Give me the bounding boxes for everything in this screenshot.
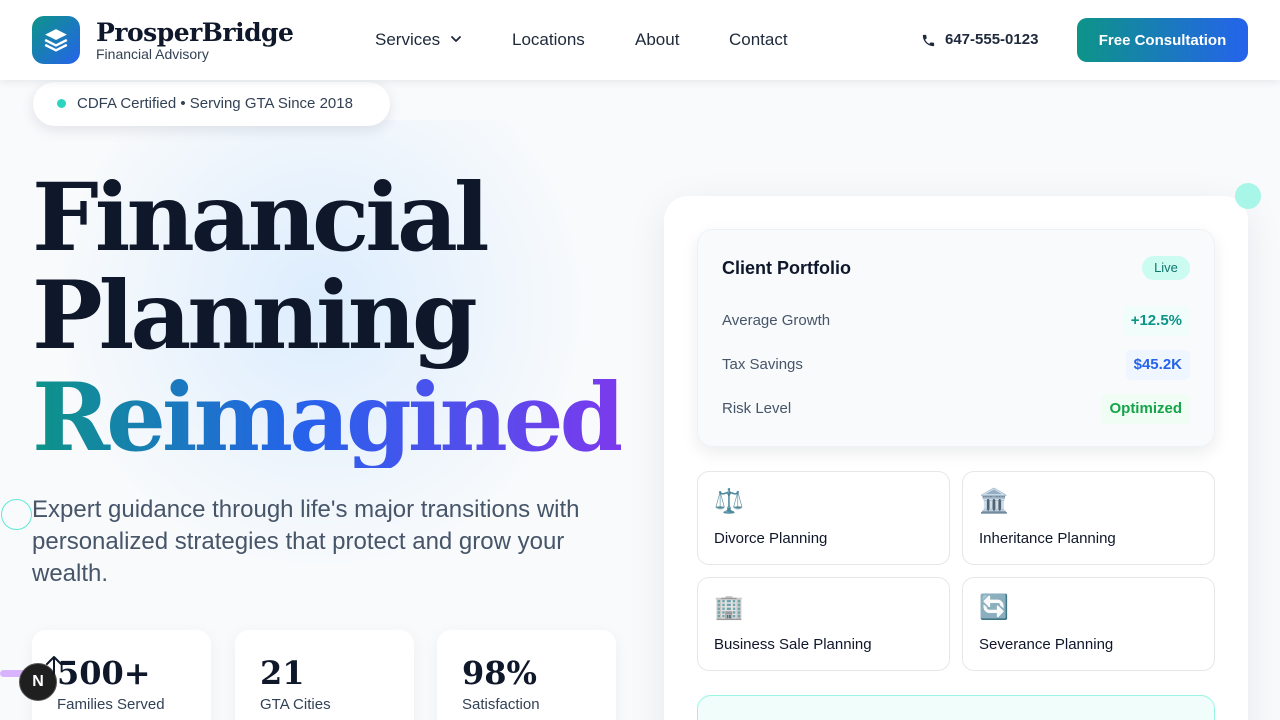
service-tile-severance[interactable]: 🔄 Severance Planning (962, 577, 1215, 671)
stat-value: 500+ (57, 654, 151, 692)
decorative-dot (1235, 183, 1261, 209)
service-tile-inheritance[interactable]: 🏛️ Inheritance Planning (962, 471, 1215, 565)
top-navbar: ProsperBridge Financial Advisory Service… (0, 0, 1280, 80)
hero-line-3: Reimagined (32, 363, 625, 473)
portfolio-row-label: Average Growth (722, 312, 831, 329)
nav-services[interactable]: Services (375, 30, 440, 50)
nav-contact[interactable]: Contact (729, 30, 788, 50)
nav-locations[interactable]: Locations (512, 30, 585, 50)
stat-label: Families Served (57, 696, 165, 713)
service-tile-divorce[interactable]: ⚖️ Divorce Planning (697, 471, 950, 565)
layers-icon (44, 29, 68, 52)
stat-card-satisfaction: 98% Satisfaction (437, 630, 616, 720)
nav-about[interactable]: About (635, 30, 679, 50)
stat-value: 21 (260, 654, 305, 692)
chevron-down-icon[interactable] (449, 32, 463, 46)
stat-card-cities: 21 GTA Cities (235, 630, 414, 720)
logo-mark[interactable] (32, 16, 80, 64)
service-label: Severance Planning (979, 636, 1114, 653)
cycle-arrows-icon: 🔄 (979, 594, 1009, 621)
free-consultation-button[interactable]: Free Consultation (1077, 18, 1248, 62)
service-label: Divorce Planning (714, 530, 828, 547)
card-bottom-panel (697, 695, 1215, 720)
hero-line-2: Planning (32, 261, 478, 371)
service-tile-business-sale[interactable]: 🏢 Business Sale Planning (697, 577, 950, 671)
phone-icon (922, 34, 935, 47)
decorative-ring (1, 499, 32, 530)
portfolio-row-label: Risk Level (722, 400, 792, 417)
stat-value: 98% (462, 654, 537, 692)
portfolio-row-value: $45.2K (1125, 350, 1190, 380)
badge-text: CDFA Certified • Serving GTA Since 2018 (77, 95, 353, 112)
hero-line-1: Financial (32, 163, 490, 273)
stat-label: GTA Cities (260, 696, 331, 713)
live-badge: Live (1142, 256, 1190, 280)
certification-badge: CDFA Certified • Serving GTA Since 2018 (33, 82, 390, 126)
client-portfolio-panel: Client Portfolio Live Average Growth +12… (697, 229, 1215, 447)
hero-subtitle: Expert guidance through life's major tra… (32, 496, 580, 587)
portfolio-row-value: +12.5% (1122, 306, 1190, 336)
phone-number-link[interactable]: 647-555-0123 (945, 31, 1038, 48)
scales-icon: ⚖️ (714, 488, 744, 515)
status-dot-icon (57, 99, 66, 108)
brand-tagline: Financial Advisory (96, 46, 209, 62)
service-label: Business Sale Planning (714, 636, 872, 653)
brand-name[interactable]: ProsperBridge (96, 18, 294, 47)
portfolio-row-label: Tax Savings (722, 356, 803, 373)
bank-icon: 🏛️ (979, 488, 1009, 515)
office-building-icon: 🏢 (714, 594, 744, 621)
arrow-up-icon[interactable] (44, 654, 64, 676)
portfolio-row-value: Optimized (1101, 394, 1190, 424)
portfolio-title: Client Portfolio (722, 258, 851, 278)
stat-label: Satisfaction (462, 696, 540, 713)
service-label: Inheritance Planning (979, 530, 1116, 547)
